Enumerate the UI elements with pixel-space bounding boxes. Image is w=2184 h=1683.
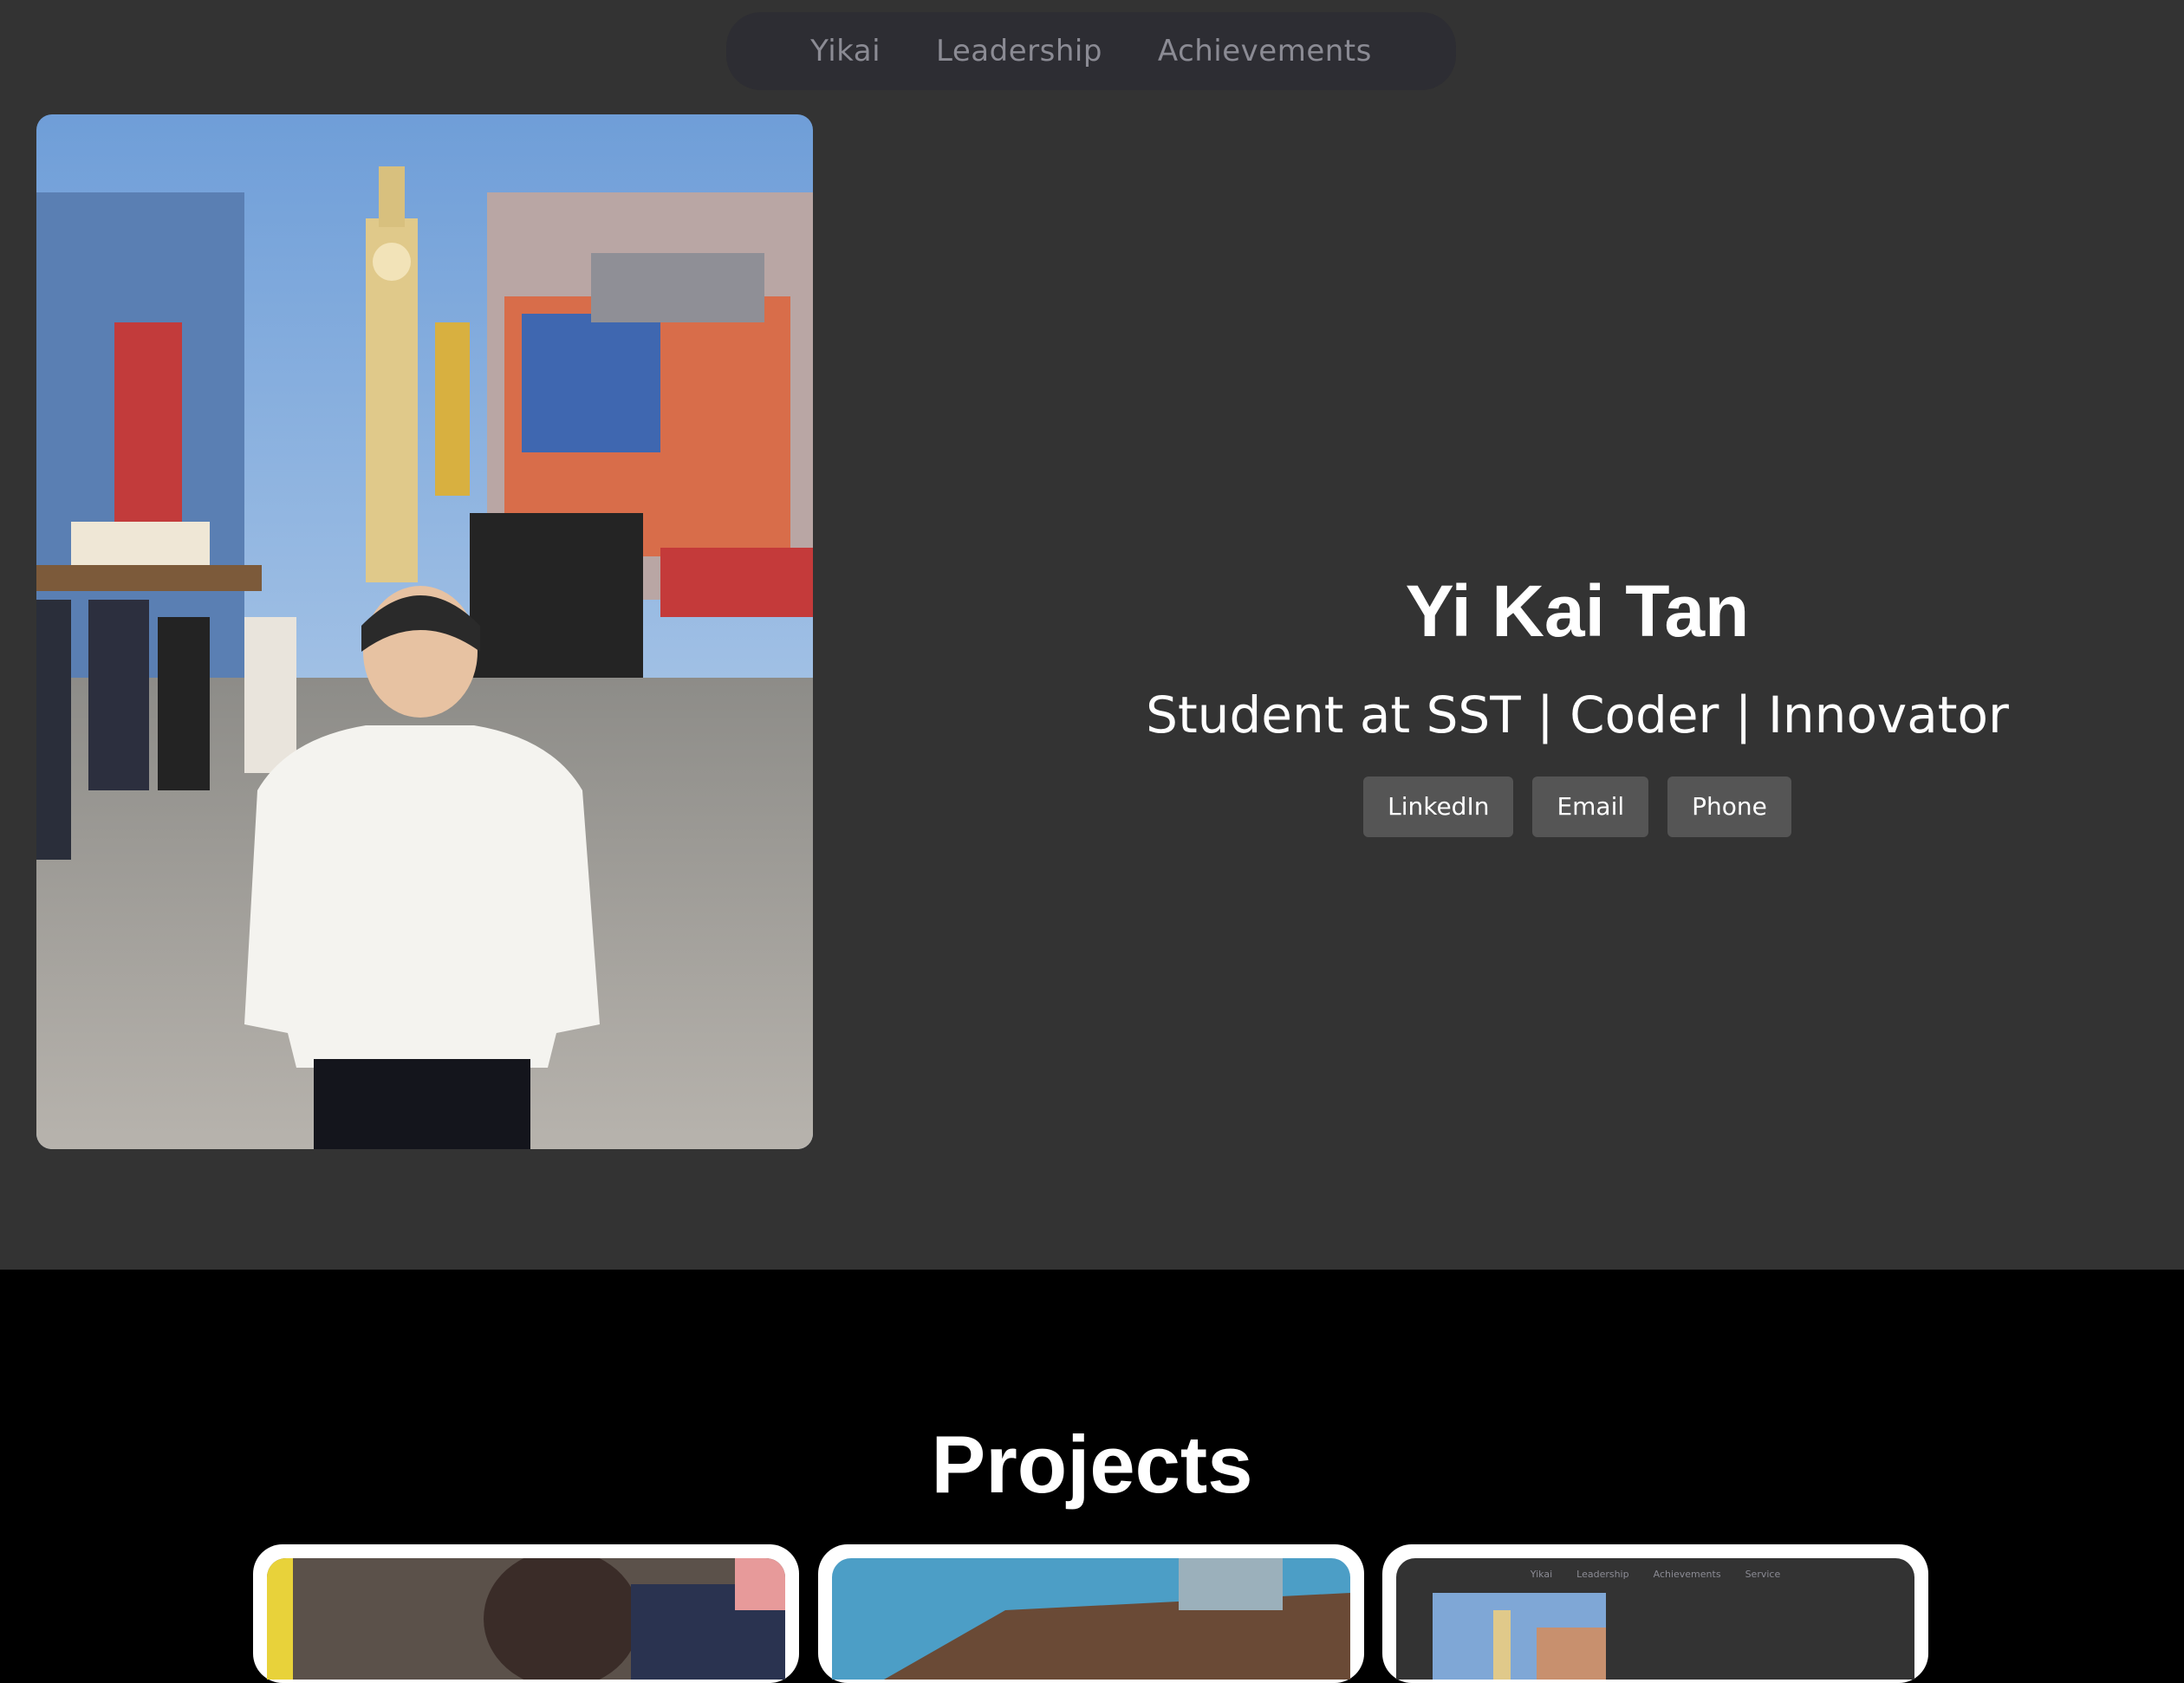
phone-button[interactable]: Phone: [1667, 777, 1791, 837]
project-card[interactable]: [818, 1544, 1364, 1683]
project-thumbnail: Yikai Leadership Achievements Service: [1396, 1558, 1914, 1680]
project-thumbnail: [832, 1558, 1350, 1680]
nav-link-achievements[interactable]: Achievements: [1158, 34, 1372, 68]
nav-link-leadership[interactable]: Leadership: [936, 34, 1102, 68]
profile-photo: [36, 114, 813, 1149]
thumbnail-mini-nav: Yikai Leadership Achievements Service: [1396, 1569, 1914, 1580]
top-nav: Yikai Leadership Achievements: [726, 12, 1456, 90]
linkedin-button[interactable]: LinkedIn: [1363, 777, 1514, 837]
intro-block: Yi Kai Tan Student at SST | Coder | Inno…: [1049, 555, 2106, 837]
mini-nav-item: Leadership: [1576, 1569, 1629, 1580]
mini-nav-item: Yikai: [1530, 1569, 1553, 1580]
hero-section: Yikai Leadership Achievements Yi Kai Tan…: [0, 0, 2184, 1270]
page-title: Yi Kai Tan: [1405, 570, 1750, 652]
nav-link-yikai[interactable]: Yikai: [810, 34, 881, 68]
contact-links: LinkedIn Email Phone: [1049, 777, 2106, 837]
project-thumbnail: [267, 1558, 785, 1680]
mini-nav-item: Service: [1745, 1569, 1781, 1580]
project-card[interactable]: Yikai Leadership Achievements Service: [1382, 1544, 1928, 1683]
mini-nav-item: Achievements: [1653, 1569, 1721, 1580]
tagline: Student at SST | Coder | Innovator: [1146, 686, 2009, 744]
email-button[interactable]: Email: [1532, 777, 1649, 837]
projects-heading: Projects: [931, 1419, 1253, 1510]
project-card[interactable]: [253, 1544, 799, 1683]
